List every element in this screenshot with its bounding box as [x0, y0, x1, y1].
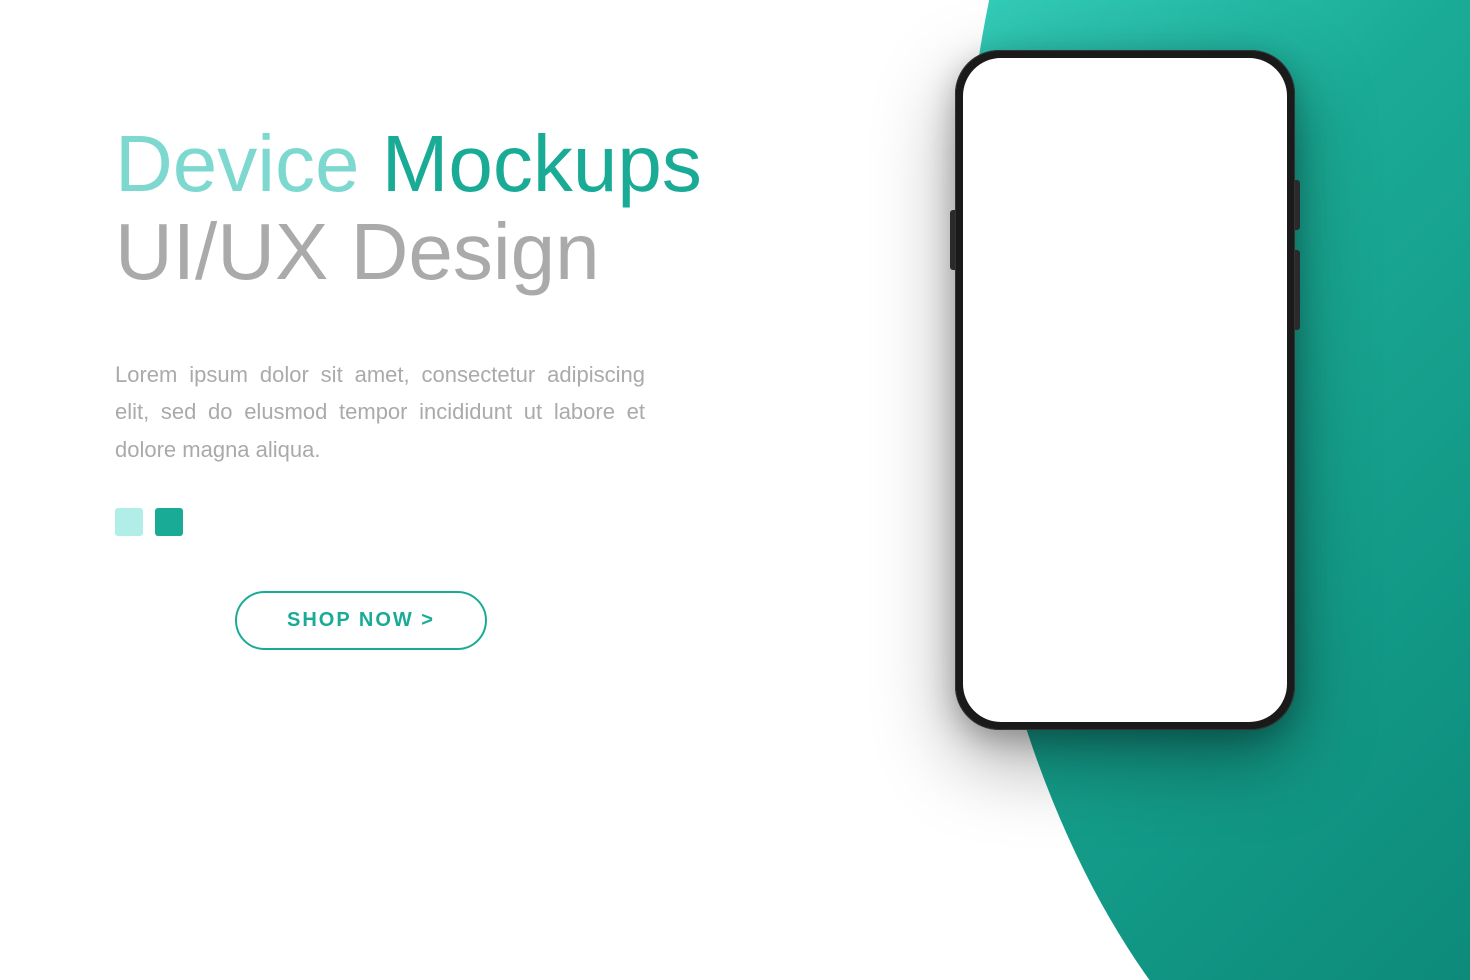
indicator-dots	[115, 508, 715, 536]
title-line2: UI/UX Design	[115, 208, 715, 296]
dot-light	[115, 508, 143, 536]
title-device-word: Device	[115, 119, 382, 208]
phone-screen-content	[963, 58, 1287, 722]
phone-button-volume-down	[950, 210, 955, 270]
content-left: Device Mockups UI/UX Design Lorem ipsum …	[115, 120, 715, 650]
phone-outer-frame	[955, 50, 1295, 730]
phone-mockup	[955, 50, 1295, 730]
body-text: Lorem ipsum dolor sit amet, consectetur …	[115, 356, 645, 468]
title-mockups-word: Mockups	[382, 119, 702, 208]
page-wrapper: Device Mockups UI/UX Design Lorem ipsum …	[0, 0, 1470, 980]
title-line1: Device Mockups	[115, 120, 715, 208]
phone-screen	[963, 58, 1287, 722]
phone-button-power	[1295, 180, 1300, 230]
shop-now-button[interactable]: SHOP NOW >	[235, 591, 487, 650]
phone-button-volume-up	[1295, 250, 1300, 330]
dot-dark	[155, 508, 183, 536]
